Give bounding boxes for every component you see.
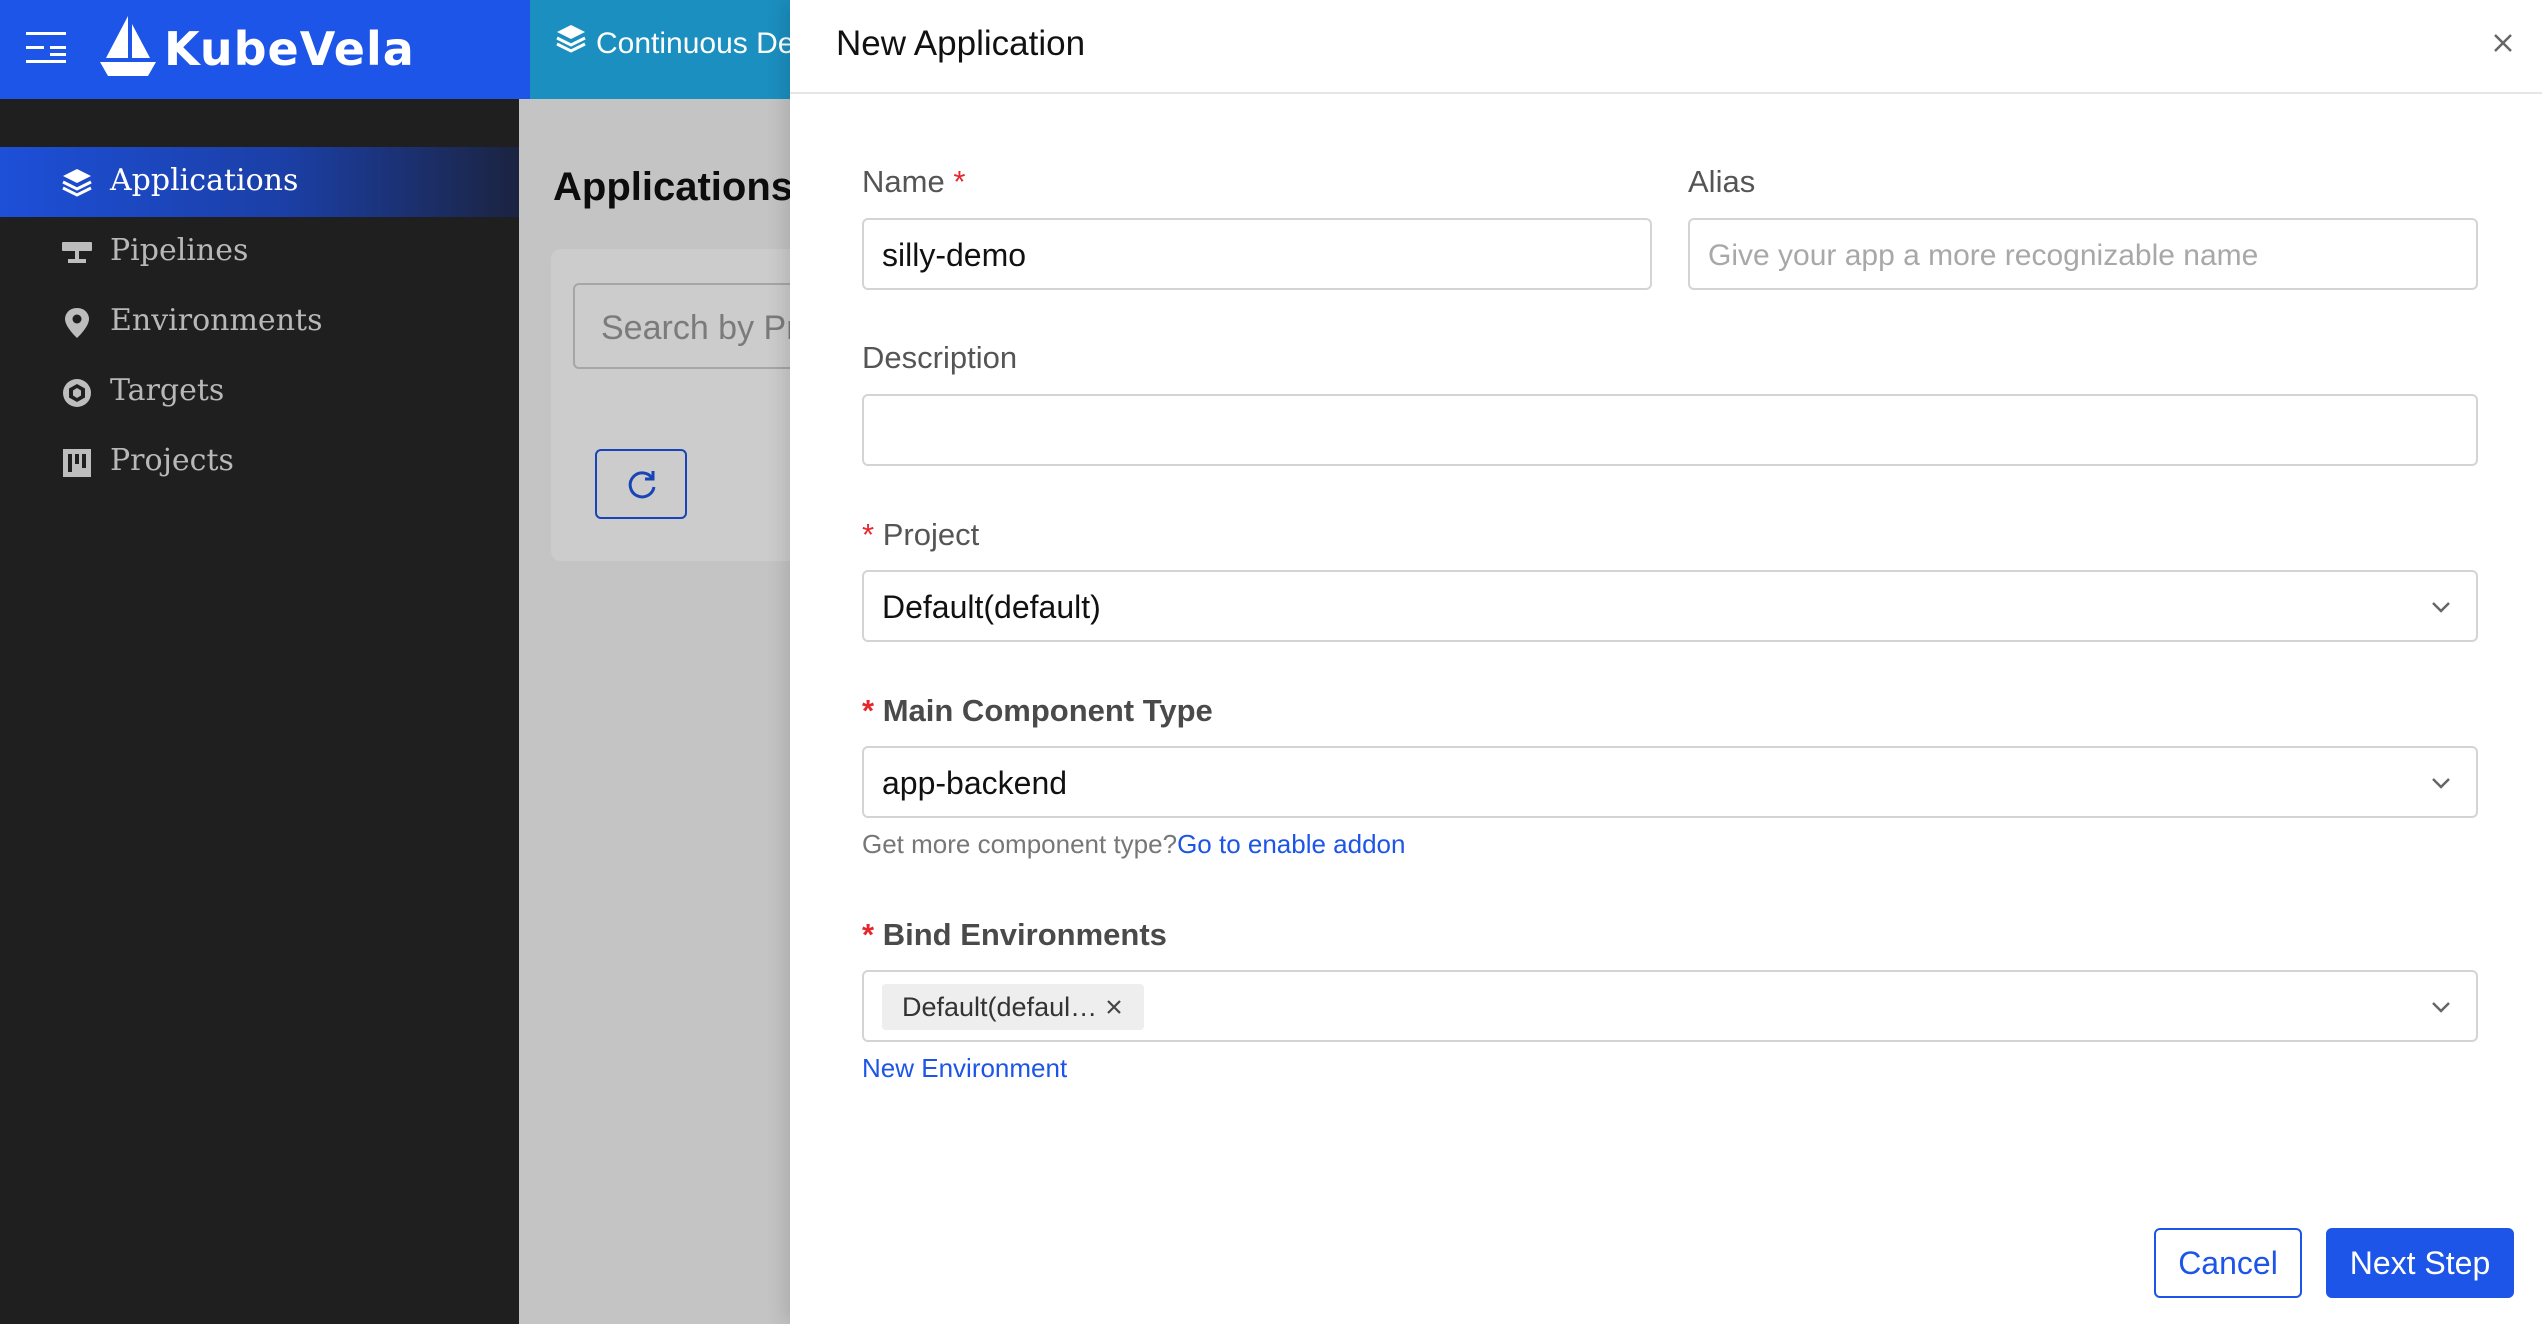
environments-select[interactable]: Default(defaul… [862, 970, 2478, 1042]
alias-label: Alias [1688, 164, 1756, 199]
tab-label: Continuous Delivery [596, 27, 790, 60]
description-input[interactable] [862, 394, 2478, 466]
brand-area: KubeVela [0, 0, 530, 99]
pipeline-icon [62, 242, 92, 263]
board-icon [63, 449, 91, 477]
required-mark: * [862, 917, 875, 952]
environment-tag-label: Default(defaul… [902, 992, 1098, 1022]
sidebar-item-label: Applications [110, 163, 299, 198]
required-mark: * [862, 517, 875, 552]
name-input[interactable]: silly-demo [862, 218, 1652, 290]
description-label: Description [862, 340, 1018, 375]
name-value: silly-demo [882, 237, 1027, 273]
tag-remove-icon[interactable] [1104, 997, 1124, 1017]
component-type-help: Get more component type?Go to enable add… [862, 829, 1406, 859]
enable-addon-link[interactable]: Go to enable addon [1177, 829, 1405, 859]
cancel-button[interactable]: Cancel [2154, 1228, 2302, 1298]
sidebar: Applications Pipelines Environments Targ… [0, 99, 519, 1324]
project-value: Default(default) [882, 589, 1101, 625]
drawer-header: New Application [790, 0, 2542, 94]
required-mark: * [953, 164, 966, 199]
alias-placeholder: Give your app a more recognizable name [1708, 239, 2259, 272]
menu-toggle-icon[interactable] [26, 30, 70, 66]
bind-environments-label: * Bind Environments [862, 917, 1167, 952]
name-label: Name * [862, 164, 966, 199]
component-type-label: * Main Component Type [862, 693, 1213, 728]
project-label: * Project [862, 517, 980, 552]
chevron-down-icon [2432, 1002, 2450, 1013]
next-step-button[interactable]: Next Step [2326, 1228, 2514, 1298]
alias-input[interactable]: Give your app a more recognizable name [1688, 218, 2478, 290]
sidebar-item-pipelines[interactable]: Pipelines [0, 217, 519, 287]
required-mark: * [862, 693, 875, 728]
sidebar-item-environments[interactable]: Environments [0, 287, 519, 357]
brand-name: KubeVela [164, 22, 415, 76]
chevron-down-icon [2432, 602, 2450, 613]
tab-continuous-delivery[interactable]: Continuous Delivery [530, 0, 790, 99]
target-icon [63, 379, 91, 407]
chevron-down-icon [2432, 778, 2450, 789]
sidebar-item-targets[interactable]: Targets [0, 357, 519, 427]
component-type-select[interactable]: app-backend [862, 746, 2478, 818]
close-icon[interactable] [2486, 26, 2520, 60]
component-type-value: app-backend [882, 765, 1068, 801]
project-select[interactable]: Default(default) [862, 570, 2478, 642]
new-environment-link[interactable]: New Environment [862, 1053, 1067, 1084]
sidebar-item-label: Projects [110, 443, 234, 478]
sidebar-item-label: Targets [110, 373, 225, 408]
sidebar-item-label: Pipelines [110, 233, 249, 268]
new-application-drawer: New Application Name * silly-demo Alias … [790, 0, 2542, 1324]
sidebar-item-projects[interactable]: Projects [0, 427, 519, 497]
sidebar-item-label: Environments [110, 303, 323, 338]
sailboat-logo-icon [100, 16, 156, 76]
drawer-title: New Application [836, 24, 1086, 63]
location-pin-icon [65, 308, 89, 338]
environment-tag: Default(defaul… [882, 984, 1144, 1030]
layers-icon [62, 169, 92, 197]
layers-icon [556, 25, 586, 53]
sidebar-item-applications[interactable]: Applications [0, 147, 519, 217]
